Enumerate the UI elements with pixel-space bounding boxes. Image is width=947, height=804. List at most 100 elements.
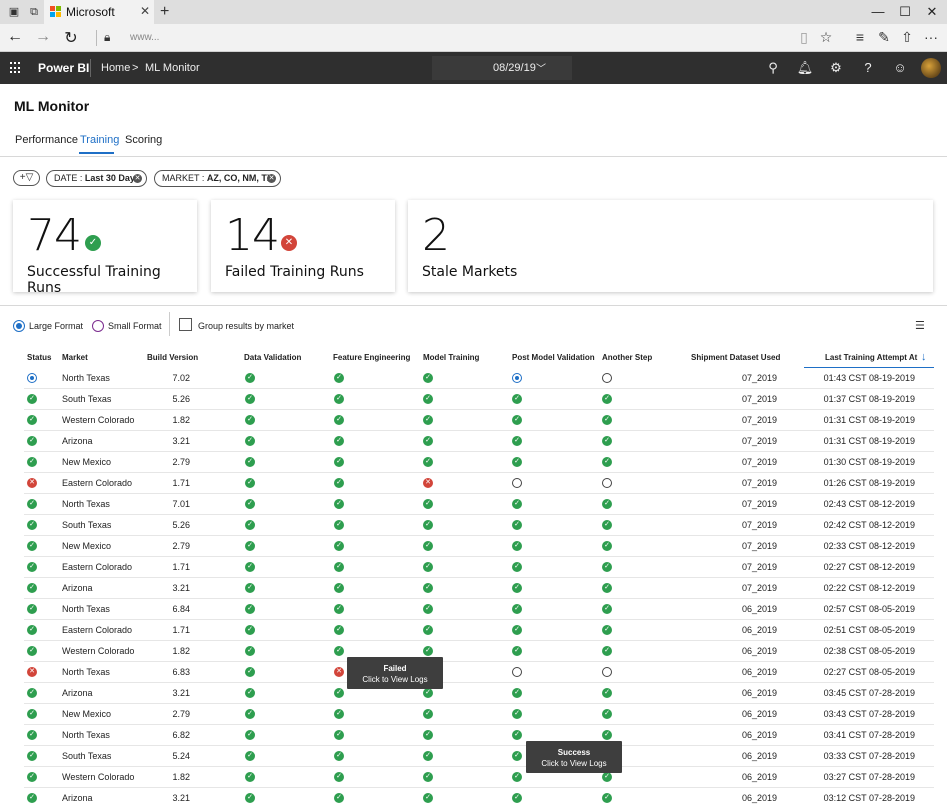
remove-filter-icon[interactable]: ✕ (133, 174, 142, 183)
check-circle-icon[interactable]: ✓ (423, 646, 433, 656)
check-circle-icon[interactable]: ✓ (512, 793, 522, 803)
check-circle-icon[interactable]: ✓ (423, 730, 433, 740)
table-row[interactable]: ✓ New Mexico 2.79 ✓ ✓ ✓ ✓ ✓ 07_2019 01:30 CST 08-… (24, 452, 934, 473)
x-circle-icon[interactable]: ✕ (334, 667, 344, 677)
check-circle-icon[interactable]: ✓ (602, 394, 612, 404)
empty-circle-icon[interactable] (602, 478, 612, 488)
check-circle-icon[interactable]: ✓ (334, 625, 344, 635)
check-circle-icon[interactable]: ✓ (512, 499, 522, 509)
tab-performance[interactable]: Performance (15, 134, 78, 146)
check-circle-icon[interactable]: ✓ (27, 751, 37, 761)
check-circle-icon[interactable]: ✓ (512, 730, 522, 740)
check-circle-icon[interactable]: ✓ (423, 562, 433, 572)
check-circle-icon[interactable]: ✓ (602, 499, 612, 509)
check-circle-icon[interactable]: ✓ (245, 667, 255, 677)
check-circle-icon[interactable]: ✓ (27, 730, 37, 740)
table-row[interactable]: ✕ Eastern Colorado 1.71 ✓ ✓ ✕ 07_2019 01:26 CST… (24, 473, 934, 494)
small-format-radio[interactable] (92, 320, 104, 332)
check-circle-icon[interactable]: ✓ (334, 436, 344, 446)
check-circle-icon[interactable]: ✓ (245, 478, 255, 488)
check-circle-icon[interactable]: ✓ (245, 793, 255, 803)
check-circle-icon[interactable]: ✓ (602, 415, 612, 425)
close-window-icon[interactable]: ✕ (922, 4, 942, 20)
check-circle-icon[interactable]: ✓ (334, 415, 344, 425)
check-circle-icon[interactable]: ✓ (423, 625, 433, 635)
check-circle-icon[interactable]: ✓ (245, 688, 255, 698)
check-circle-icon[interactable]: ✓ (512, 688, 522, 698)
more-icon[interactable]: ··· (922, 29, 940, 45)
check-circle-icon[interactable]: ✓ (423, 541, 433, 551)
check-circle-icon[interactable]: ✓ (334, 478, 344, 488)
check-circle-icon[interactable]: ✓ (423, 772, 433, 782)
check-circle-icon[interactable]: ✓ (602, 436, 612, 446)
check-circle-icon[interactable]: ✓ (423, 436, 433, 446)
in-progress-icon[interactable] (27, 373, 37, 383)
check-circle-icon[interactable]: ✓ (245, 394, 255, 404)
check-circle-icon[interactable]: ✓ (602, 709, 612, 719)
maximize-icon[interactable]: ☐ (895, 4, 915, 20)
check-circle-icon[interactable]: ✓ (334, 541, 344, 551)
check-circle-icon[interactable]: ✓ (27, 688, 37, 698)
column-options-icon[interactable]: ☰ (915, 319, 925, 332)
check-circle-icon[interactable]: ✓ (512, 751, 522, 761)
check-circle-icon[interactable]: ✓ (245, 520, 255, 530)
check-circle-icon[interactable]: ✓ (245, 373, 255, 383)
table-row[interactable]: ✓ North Texas 6.82 ✓ ✓ ✓ ✓ ✓ 06_2019 03:41 CST 07… (24, 725, 934, 746)
check-circle-icon[interactable]: ✓ (245, 457, 255, 467)
check-circle-icon[interactable]: ✓ (334, 562, 344, 572)
sort-descending-icon[interactable]: ↓ (921, 351, 927, 363)
x-circle-icon[interactable]: ✕ (27, 478, 37, 488)
check-circle-icon[interactable]: ✓ (27, 604, 37, 614)
check-circle-icon[interactable]: ✓ (512, 541, 522, 551)
check-circle-icon[interactable]: ✓ (512, 394, 522, 404)
check-circle-icon[interactable]: ✓ (27, 415, 37, 425)
check-circle-icon[interactable]: ✓ (602, 646, 612, 656)
column-header-market[interactable]: Market (62, 353, 88, 362)
check-circle-icon[interactable]: ✓ (334, 646, 344, 656)
check-circle-icon[interactable]: ✓ (27, 499, 37, 509)
table-row[interactable]: ✕ North Texas 6.83 ✓ ✕ 06_2019 02:27 CST 08-05… (24, 662, 934, 683)
check-circle-icon[interactable]: ✓ (27, 625, 37, 635)
empty-circle-icon[interactable] (512, 667, 522, 677)
check-circle-icon[interactable]: ✓ (27, 520, 37, 530)
table-row[interactable]: ✓ South Texas 5.26 ✓ ✓ ✓ ✓ ✓ 07_2019 01:37 CST 08… (24, 389, 934, 410)
kpi-card-stale[interactable]: 2 Stale Markets (408, 200, 933, 292)
success-tooltip[interactable]: Success Click to View Logs (526, 741, 622, 773)
column-header-model-training[interactable]: Model Training (423, 353, 479, 362)
check-circle-icon[interactable]: ✓ (602, 457, 612, 467)
check-circle-icon[interactable]: ✓ (423, 520, 433, 530)
check-circle-icon[interactable]: ✓ (423, 688, 433, 698)
check-circle-icon[interactable]: ✓ (423, 604, 433, 614)
back-icon[interactable]: ← (5, 28, 25, 46)
check-circle-icon[interactable]: ✓ (334, 583, 344, 593)
check-circle-icon[interactable]: ✓ (334, 709, 344, 719)
check-circle-icon[interactable]: ✓ (423, 793, 433, 803)
check-circle-icon[interactable]: ✓ (423, 499, 433, 509)
check-circle-icon[interactable]: ✓ (602, 562, 612, 572)
breadcrumb-home[interactable]: Home (101, 62, 130, 74)
x-circle-icon[interactable]: ✕ (423, 478, 433, 488)
check-circle-icon[interactable]: ✓ (334, 772, 344, 782)
hub-icon[interactable]: ≡ (851, 29, 869, 45)
set-aside-tabs-icon[interactable]: ⧉ (26, 4, 42, 20)
minimize-icon[interactable]: — (868, 4, 888, 19)
table-row[interactable]: ✓ Arizona 3.21 ✓ ✓ ✓ ✓ ✓ 07_2019 01:31 CST 08-19-… (24, 431, 934, 452)
failed-tooltip[interactable]: Failed Click to View Logs (347, 657, 443, 689)
check-circle-icon[interactable]: ✓ (245, 604, 255, 614)
check-circle-icon[interactable]: ✓ (27, 793, 37, 803)
tab-training[interactable]: Training (80, 134, 119, 146)
check-circle-icon[interactable]: ✓ (27, 646, 37, 656)
in-progress-icon[interactable] (512, 373, 522, 383)
web-note-icon[interactable]: ✎ (875, 29, 893, 46)
favorite-star-icon[interactable]: ☆ (817, 29, 835, 46)
check-circle-icon[interactable]: ✓ (245, 415, 255, 425)
check-circle-icon[interactable]: ✓ (27, 562, 37, 572)
app-launcher-icon[interactable] (10, 62, 22, 74)
check-circle-icon[interactable]: ✓ (245, 751, 255, 761)
help-icon[interactable]: ? (859, 60, 877, 75)
check-circle-icon[interactable]: ✓ (334, 604, 344, 614)
check-circle-icon[interactable]: ✓ (245, 730, 255, 740)
avatar[interactable] (921, 58, 941, 78)
check-circle-icon[interactable]: ✓ (423, 373, 433, 383)
table-row[interactable]: ✓ South Texas 5.26 ✓ ✓ ✓ ✓ ✓ 07_2019 02:42 CST 08… (24, 515, 934, 536)
